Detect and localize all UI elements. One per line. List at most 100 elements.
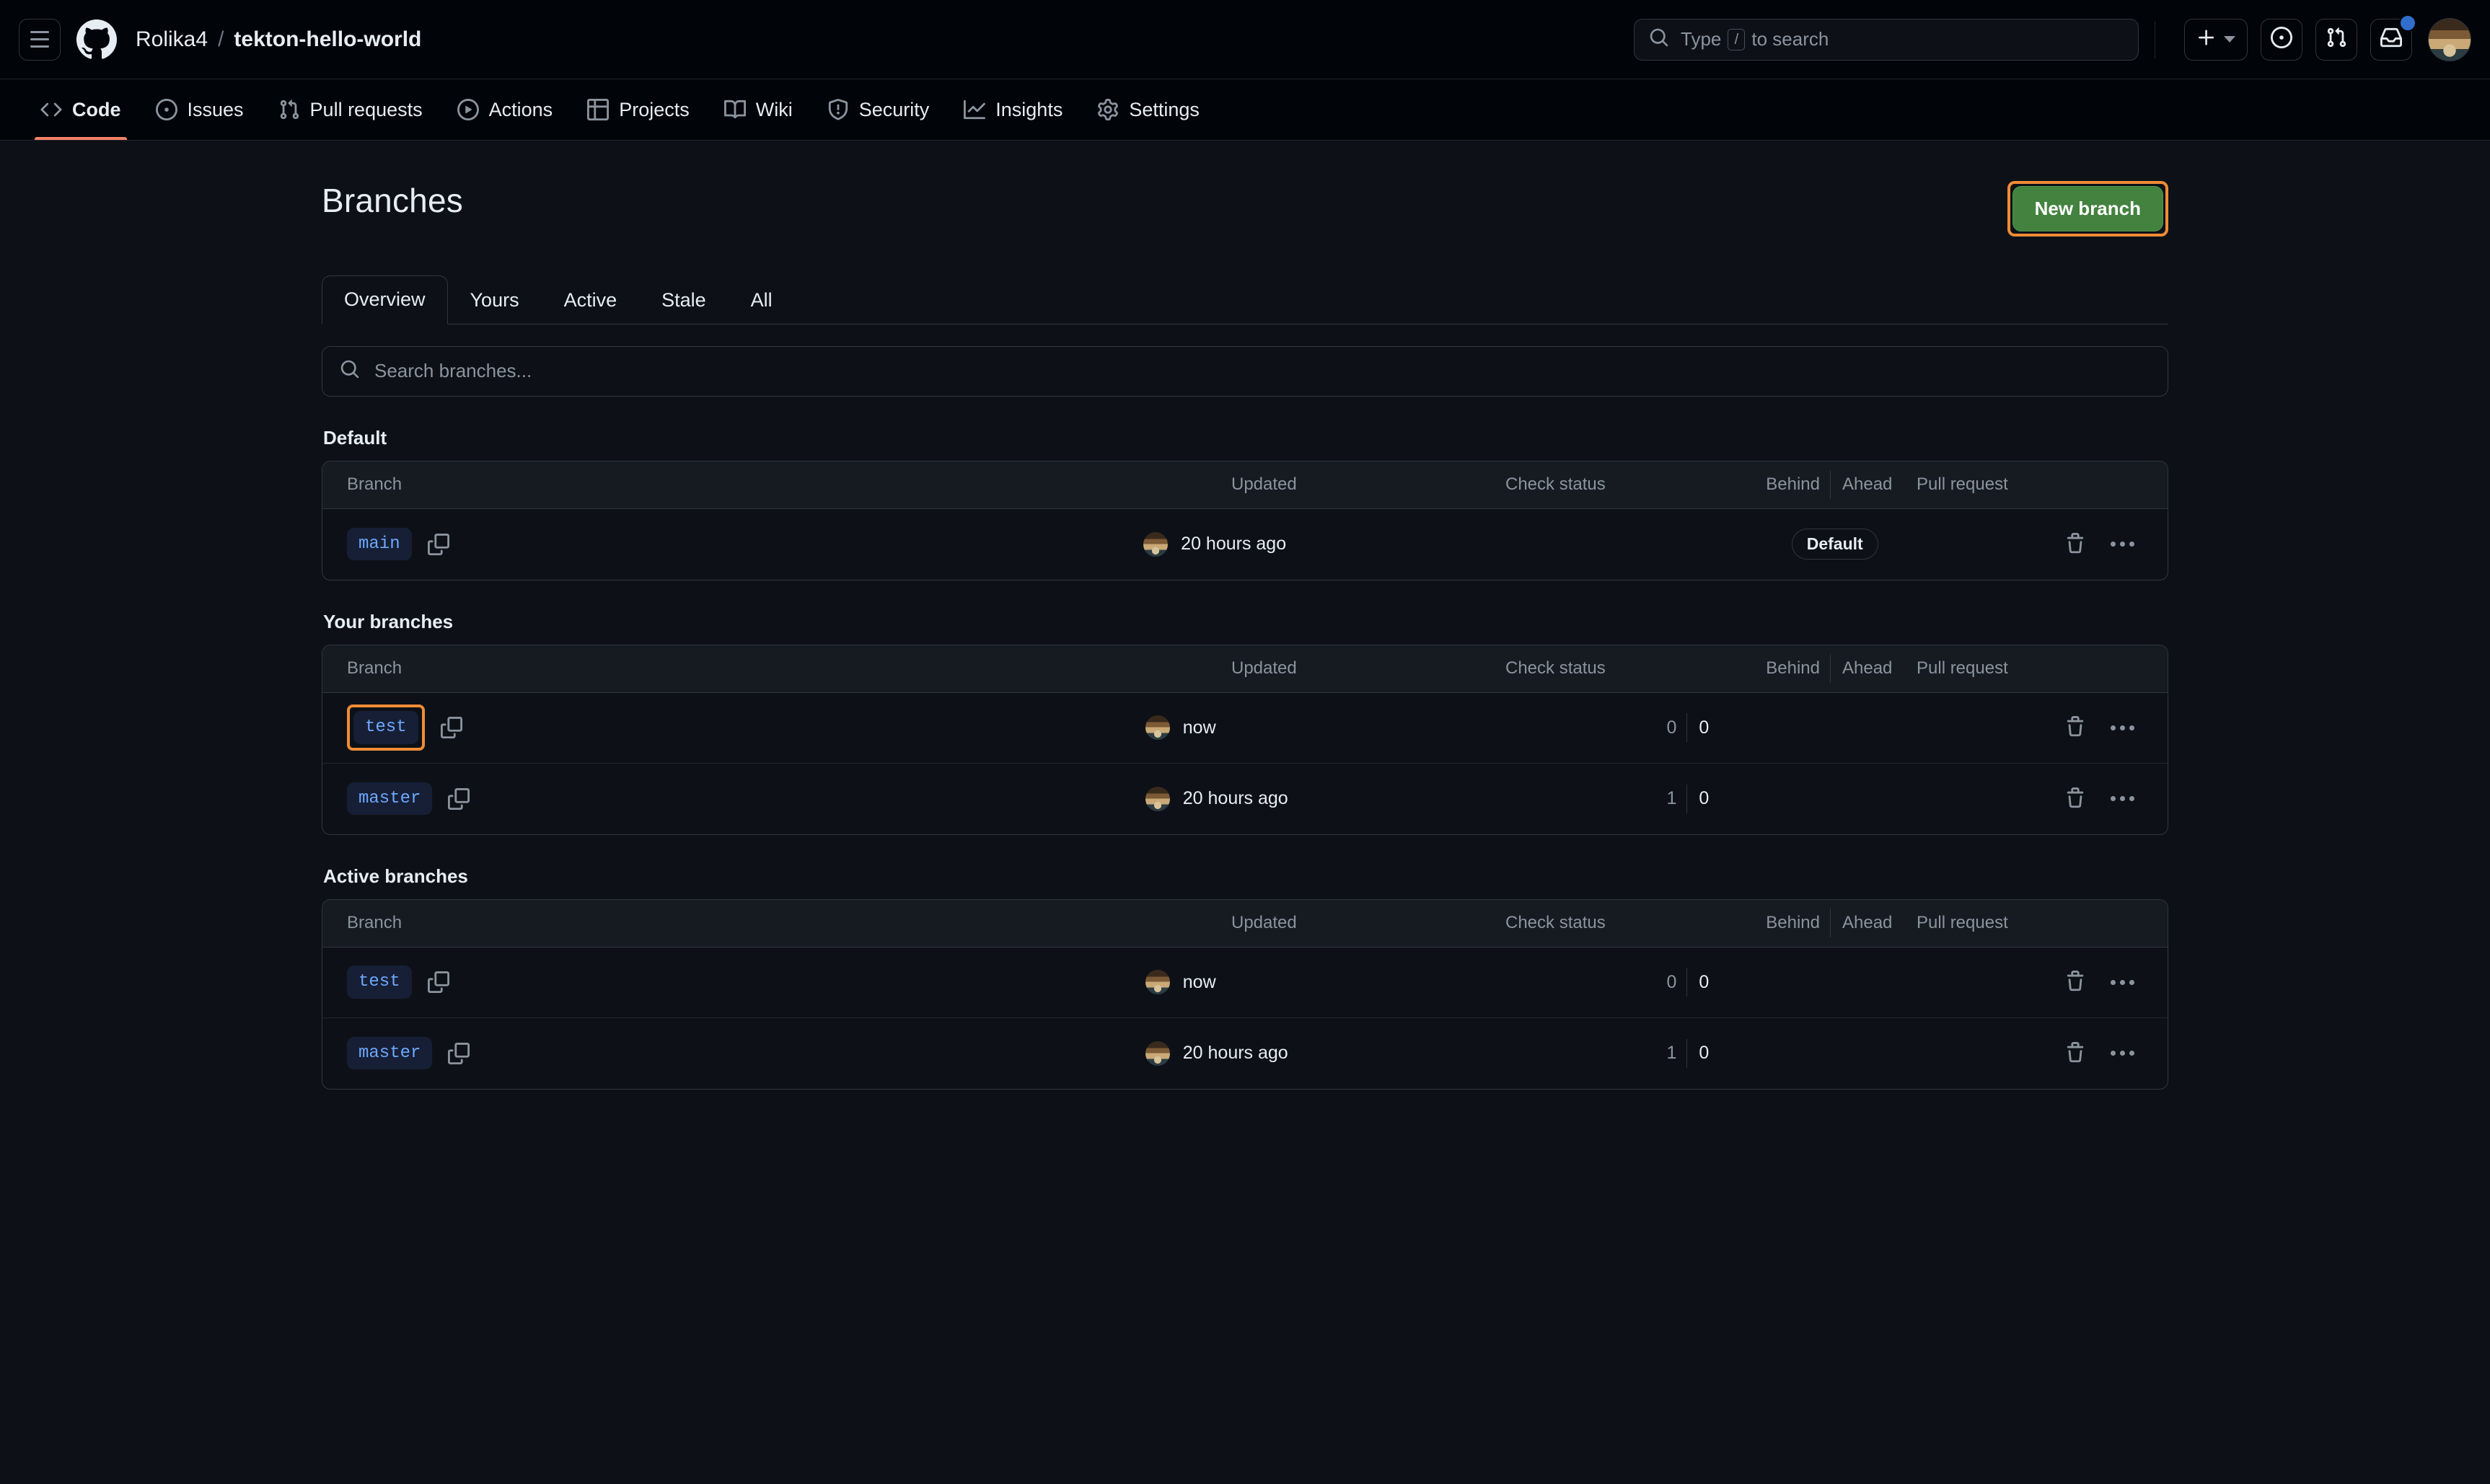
column-header-branch: Branch	[347, 913, 402, 933]
tab-overview[interactable]: Overview	[322, 275, 448, 324]
copy-icon[interactable]	[441, 717, 462, 738]
nav-item-issues[interactable]: Issues	[138, 79, 261, 140]
slash-key-hint: /	[1728, 29, 1745, 50]
trash-icon[interactable]	[2064, 971, 2086, 994]
search-icon	[1649, 27, 1669, 51]
plus-icon	[2196, 27, 2217, 51]
ahead-count: 0	[1699, 972, 1709, 993]
kebab-horizontal-icon[interactable]	[2105, 1045, 2140, 1061]
trash-icon[interactable]	[2064, 787, 2086, 811]
trash-icon[interactable]	[2064, 1042, 2086, 1065]
nav-item-label: Settings	[1129, 100, 1200, 120]
table-header: Branch Updated Check status Behind Ahead…	[322, 645, 2168, 693]
tab-yours[interactable]: Yours	[448, 276, 542, 324]
branch-name-link[interactable]: test	[347, 966, 412, 999]
page-header: Branches New branch	[322, 181, 2168, 237]
branches-table-default: Branch Updated Check status Behind Ahead…	[322, 461, 2168, 580]
tab-active[interactable]: Active	[542, 276, 640, 324]
nav-item-label: Actions	[489, 100, 553, 120]
table-row: main 20 hours ago Default	[322, 509, 2168, 580]
column-header-check-status: Check status	[1505, 658, 1606, 678]
issues-button[interactable]	[2261, 19, 2302, 61]
nav-item-security[interactable]: Security	[810, 79, 947, 140]
column-header-pull-request: Pull request	[1917, 474, 2008, 494]
copy-icon[interactable]	[448, 1043, 470, 1064]
ahead-count: 0	[1699, 1043, 1709, 1064]
git-pull-request-icon	[278, 99, 300, 120]
updated-time: now	[1183, 972, 1216, 993]
table-icon	[587, 99, 609, 120]
nav-item-label: Code	[72, 100, 121, 120]
new-branch-highlight-box: New branch	[2007, 181, 2168, 237]
branch-name-link[interactable]: master	[347, 1037, 432, 1070]
trash-icon[interactable]	[2064, 716, 2086, 739]
pull-requests-button[interactable]	[2315, 19, 2357, 61]
branch-name-link[interactable]: test	[353, 711, 418, 744]
tab-all[interactable]: All	[729, 276, 795, 324]
updated-time: 20 hours ago	[1181, 534, 1286, 555]
column-header-pull-request: Pull request	[1917, 913, 2008, 932]
column-header-pull-request: Pull request	[1917, 658, 2008, 678]
section-title-your-branches: Your branches	[323, 611, 2168, 633]
section-title-default: Default	[323, 427, 2168, 449]
new-branch-button[interactable]: New branch	[2012, 186, 2163, 231]
column-header-behind: Behind	[1766, 658, 1820, 678]
search-branches-input[interactable]: Search branches...	[322, 346, 2168, 397]
tab-stale[interactable]: Stale	[639, 276, 729, 324]
git-pull-request-icon	[2326, 27, 2347, 52]
github-logo-icon[interactable]	[76, 19, 117, 60]
kebab-horizontal-icon[interactable]	[2105, 536, 2140, 552]
nav-item-label: Wiki	[756, 100, 793, 120]
breadcrumb-separator: /	[218, 27, 224, 52]
branch-name-link[interactable]: main	[347, 528, 412, 561]
hamburger-menu-icon[interactable]	[19, 19, 61, 61]
global-header: Rolika4 / tekton-hello-world Type / to s…	[0, 0, 2490, 79]
avatar	[1145, 787, 1170, 811]
copy-icon[interactable]	[448, 788, 470, 810]
branch-name-link[interactable]: master	[347, 782, 432, 816]
nav-item-actions[interactable]: Actions	[440, 79, 571, 140]
behind-ahead-divider	[1830, 470, 1831, 499]
nav-item-pull-requests[interactable]: Pull requests	[261, 79, 440, 140]
chevron-down-icon	[2224, 36, 2235, 43]
search-input[interactable]: Type / to search	[1634, 19, 2139, 61]
trash-icon[interactable]	[2064, 533, 2086, 556]
kebab-horizontal-icon[interactable]	[2105, 790, 2140, 807]
avatar	[1145, 1041, 1170, 1066]
behind-ahead-divider	[1686, 1039, 1687, 1068]
nav-item-insights[interactable]: Insights	[946, 79, 1080, 140]
column-header-behind: Behind	[1766, 474, 1820, 494]
nav-item-settings[interactable]: Settings	[1080, 79, 1217, 140]
copy-icon[interactable]	[428, 534, 449, 555]
notifications-button[interactable]	[2370, 19, 2412, 61]
avatar[interactable]	[2428, 18, 2471, 61]
section-title-active-branches: Active branches	[323, 865, 2168, 888]
nav-item-code[interactable]: Code	[23, 79, 138, 140]
copy-icon[interactable]	[428, 971, 449, 993]
updated-time: 20 hours ago	[1183, 788, 1288, 809]
search-icon	[340, 359, 360, 383]
table-row: master 20 hours ago 1 0	[322, 764, 2168, 834]
table-row: master 20 hours ago 1 0	[322, 1018, 2168, 1089]
column-header-updated: Updated	[1231, 658, 1297, 679]
breadcrumb-repo[interactable]: tekton-hello-world	[234, 27, 421, 52]
code-icon	[40, 99, 62, 120]
nav-item-projects[interactable]: Projects	[570, 79, 707, 140]
branch-highlight-box: test	[347, 705, 425, 751]
branches-table-your-branches: Branch Updated Check status Behind Ahead…	[322, 645, 2168, 835]
behind-count: 0	[1667, 972, 1677, 992]
nav-item-label: Projects	[619, 100, 690, 120]
column-header-branch: Branch	[347, 474, 402, 495]
repository-nav: Code Issues Pull requests Actions Projec…	[0, 79, 2490, 141]
create-new-button[interactable]	[2184, 19, 2248, 61]
column-header-behind: Behind	[1766, 913, 1820, 932]
breadcrumb-owner[interactable]: Rolika4	[136, 27, 208, 52]
behind-ahead-divider	[1830, 654, 1831, 683]
inbox-icon	[2380, 27, 2402, 52]
play-icon	[457, 99, 479, 120]
nav-item-wiki[interactable]: Wiki	[707, 79, 810, 140]
kebab-horizontal-icon[interactable]	[2105, 974, 2140, 991]
table-header: Branch Updated Check status Behind Ahead…	[322, 461, 2168, 509]
main-content: Branches New branch Overview Yours Activ…	[0, 141, 2490, 1090]
kebab-horizontal-icon[interactable]	[2105, 720, 2140, 736]
